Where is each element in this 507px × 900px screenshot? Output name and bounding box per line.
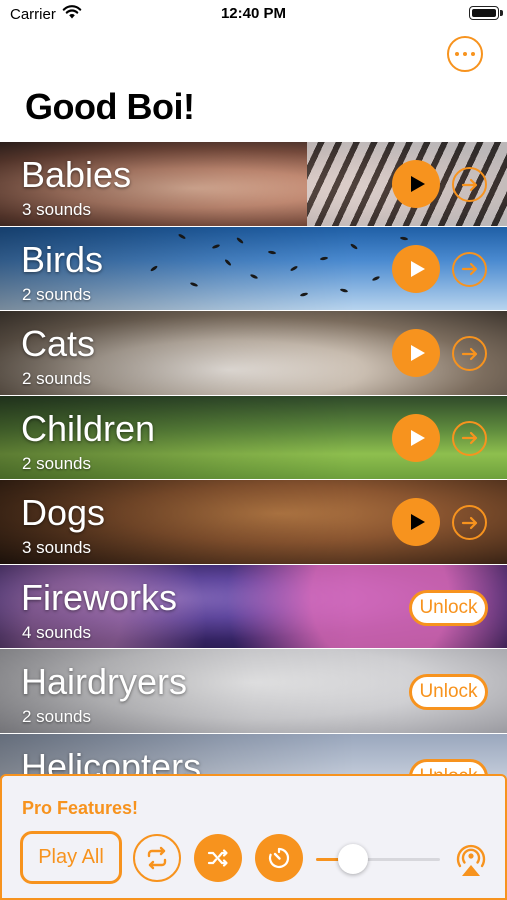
play-icon: [410, 260, 425, 277]
play-button[interactable]: [392, 160, 440, 208]
arrow-right-circle-icon: [461, 178, 477, 191]
category-count: 2 sounds: [22, 369, 91, 388]
clock: 12:40 PM: [220, 5, 287, 22]
category-row-birds[interactable]: Birds 2 sounds: [0, 226, 507, 311]
page-title: Good Boi!: [25, 86, 195, 127]
play-button[interactable]: [392, 413, 440, 462]
arrow-right-circle-icon: [461, 431, 477, 445]
category-count: 2 sounds: [22, 707, 91, 726]
unlock-button[interactable]: Unlock: [409, 589, 488, 626]
category-count: 4 sounds: [22, 622, 91, 642]
pro-features-title: Pro Features!: [22, 798, 139, 818]
open-category-button[interactable]: [452, 420, 487, 456]
play-button[interactable]: [392, 329, 440, 377]
more-icon: [455, 52, 459, 56]
category-list: Babies 3 sounds Birds 2 sounds Cats 2 so…: [0, 142, 507, 818]
shuffle-icon: [207, 849, 228, 867]
volume-slider-thumb[interactable]: [338, 844, 369, 874]
open-category-button[interactable]: [452, 505, 487, 540]
arrow-right-circle-icon: [461, 262, 477, 276]
shuffle-button[interactable]: [194, 834, 242, 882]
open-category-button[interactable]: [452, 251, 487, 287]
pro-features-panel: Pro Features! Play All: [0, 774, 507, 900]
category-count: 3 sounds: [22, 538, 91, 557]
category-title: Dogs: [21, 492, 106, 533]
play-icon: [410, 176, 425, 192]
category-row-babies[interactable]: Babies 3 sounds: [0, 142, 507, 227]
category-title: Birds: [21, 238, 104, 280]
category-row-dogs[interactable]: Dogs 3 sounds: [0, 480, 507, 565]
category-count: 3 sounds: [22, 200, 91, 219]
category-row-cats[interactable]: Cats 2 sounds: [0, 311, 507, 396]
category-title: Hairdryers: [21, 661, 188, 702]
arrow-right-circle-icon: [461, 516, 477, 529]
category-count: 2 sounds: [22, 284, 91, 304]
more-options-button[interactable]: [447, 36, 483, 72]
category-row-hairdryers[interactable]: Hairdryers 2 sounds Unlock: [0, 649, 507, 734]
category-row-fireworks[interactable]: Fireworks 4 sounds Unlock: [0, 564, 507, 649]
play-button[interactable]: [392, 498, 440, 546]
timer-button[interactable]: [255, 834, 303, 882]
play-icon: [410, 345, 425, 361]
category-title: Babies: [21, 154, 132, 195]
open-category-button[interactable]: [452, 167, 487, 202]
repeat-button[interactable]: [133, 834, 181, 882]
timer-icon: [268, 847, 290, 869]
category-title: Children: [21, 407, 156, 449]
category-title: Cats: [21, 323, 96, 364]
open-category-button[interactable]: [452, 336, 487, 371]
status-bar: Carrier 12:40 PM: [0, 0, 507, 30]
category-count: 2 sounds: [22, 453, 91, 473]
play-icon: [410, 514, 425, 530]
category-row-children[interactable]: Children 2 sounds: [0, 395, 507, 480]
play-button[interactable]: [392, 244, 440, 293]
category-title: Fireworks: [21, 576, 178, 618]
arrow-right-circle-icon: [461, 347, 477, 360]
airplay-icon[interactable]: [451, 839, 491, 879]
repeat-icon: [147, 846, 167, 870]
volume-slider[interactable]: [316, 844, 440, 874]
play-icon: [410, 429, 425, 446]
play-all-button[interactable]: Play All: [20, 831, 122, 884]
battery-icon: [469, 6, 503, 20]
unlock-button[interactable]: Unlock: [409, 674, 488, 710]
